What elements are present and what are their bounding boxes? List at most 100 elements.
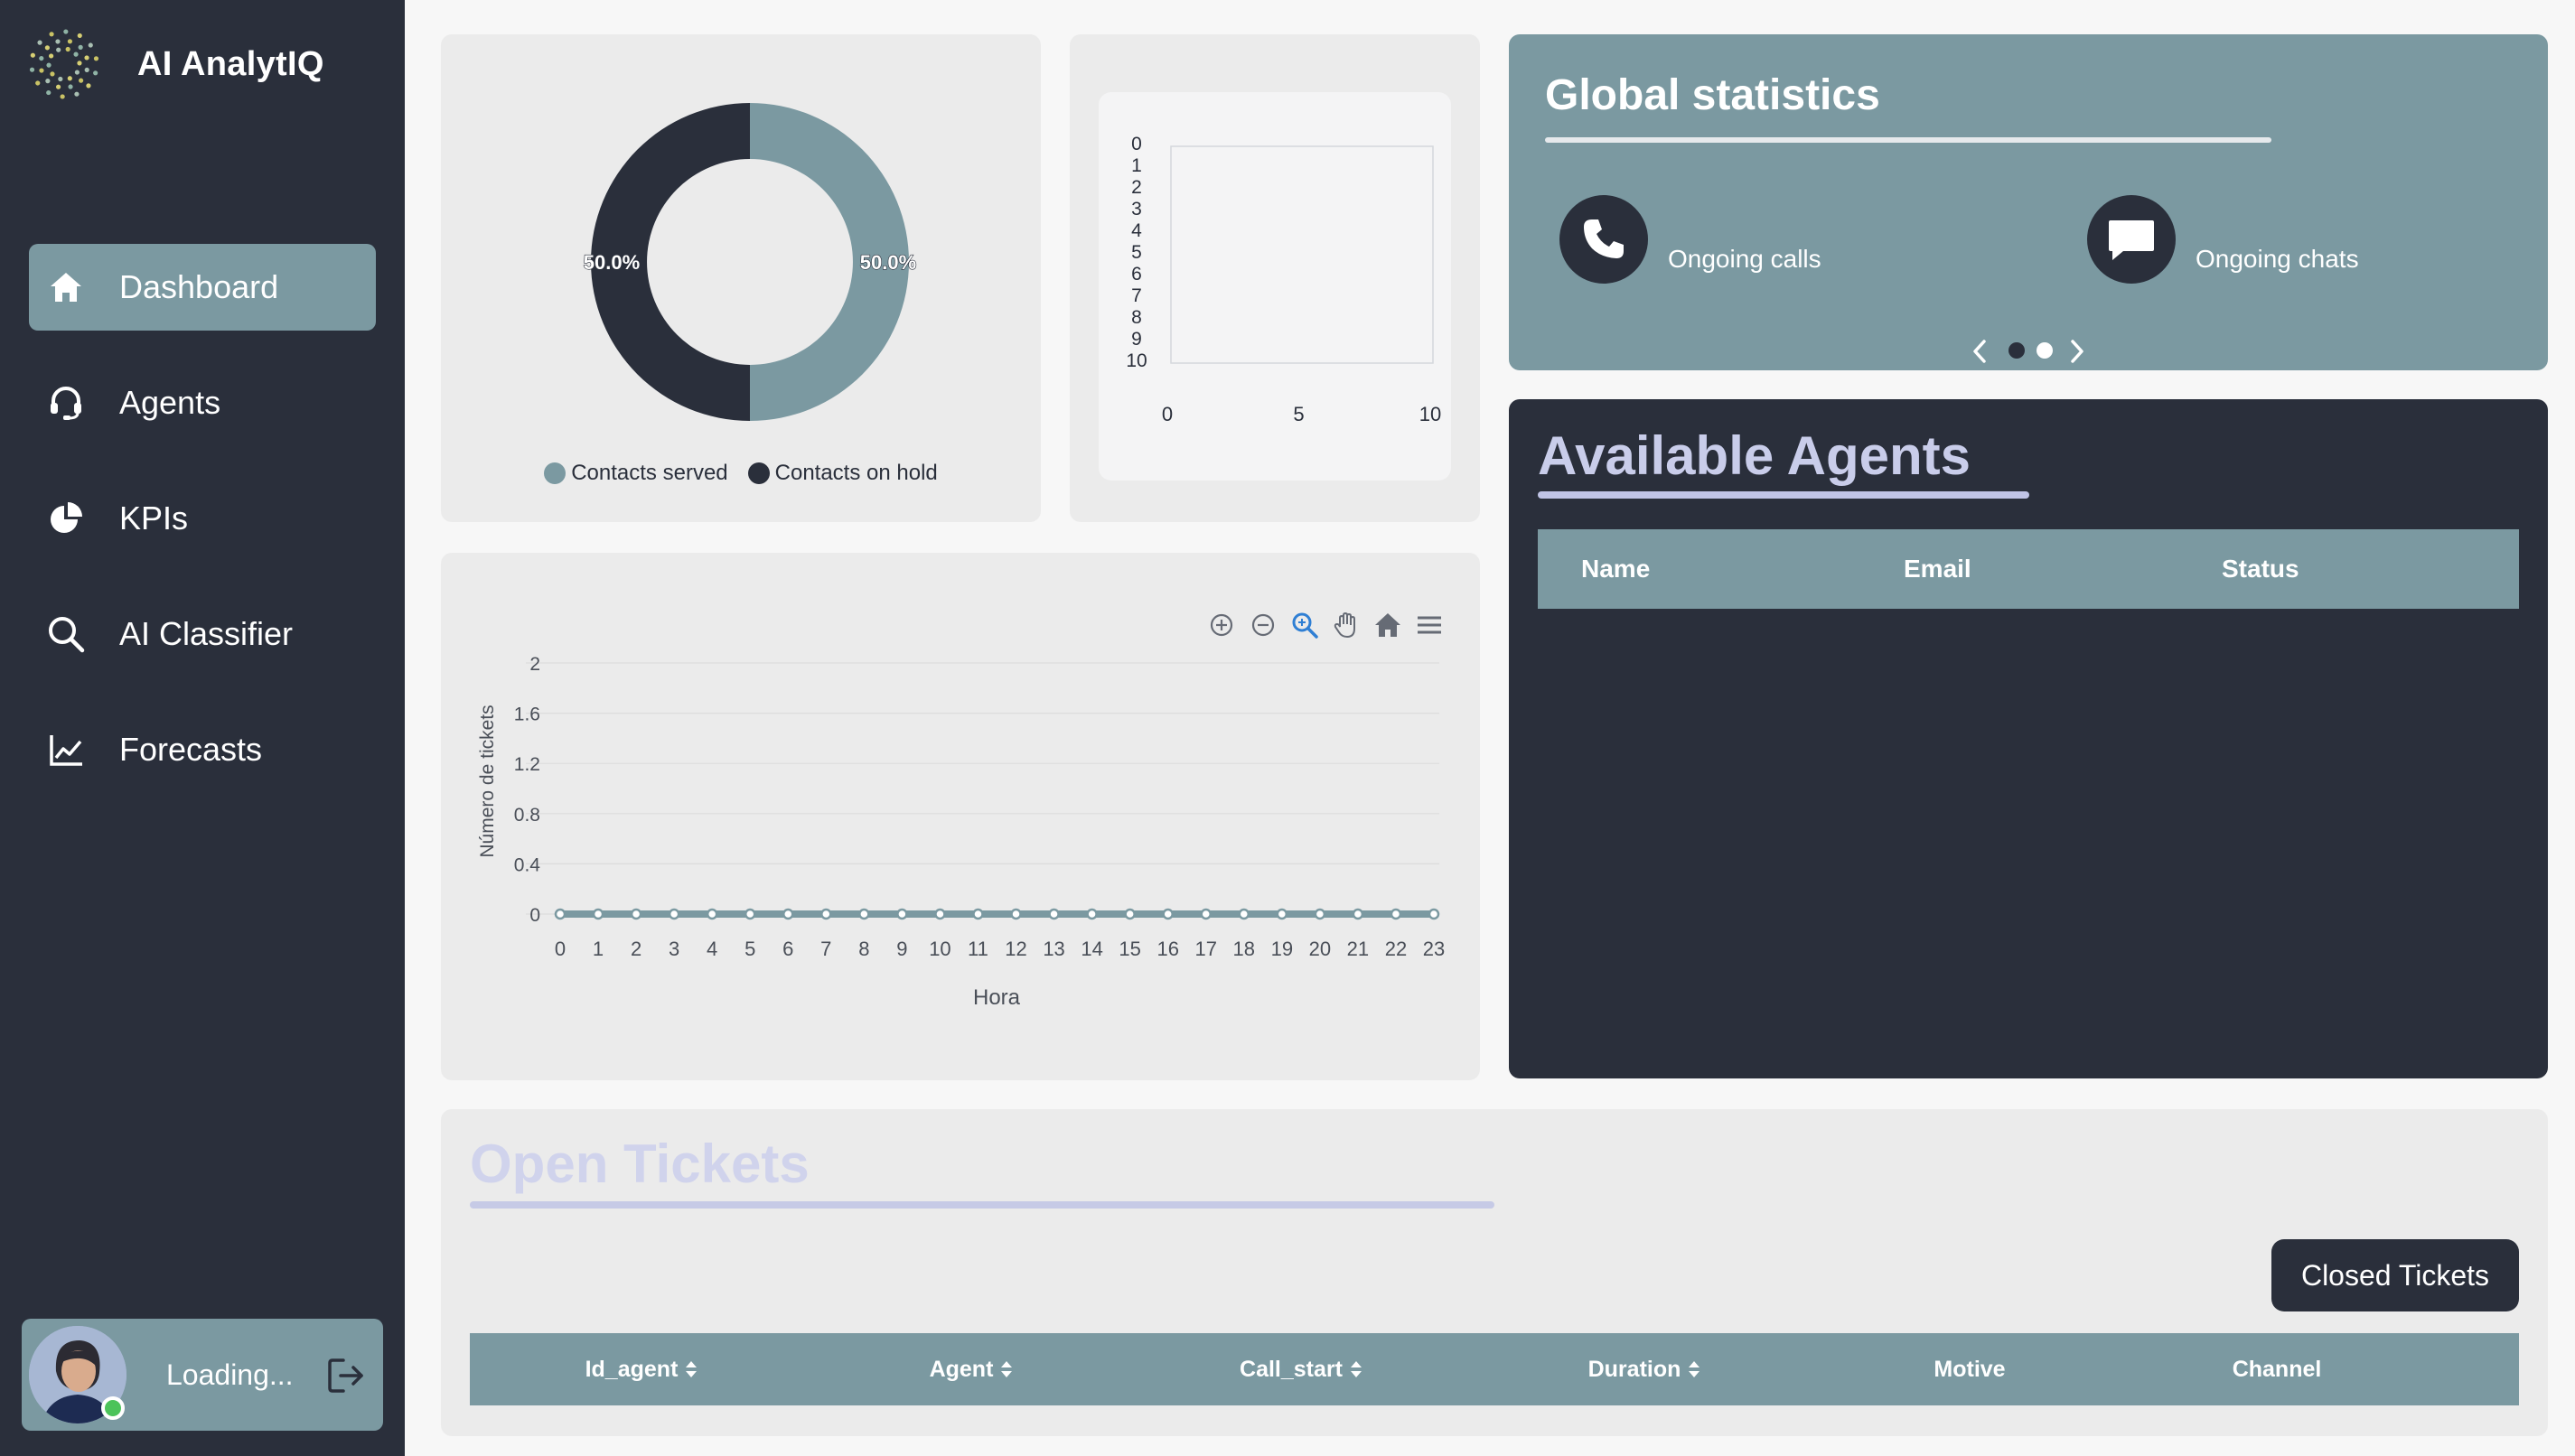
app-name: AI AnalytIQ (137, 44, 324, 83)
chevron-right-icon[interactable] (2065, 338, 2089, 365)
sort-icon[interactable] (1688, 1359, 1700, 1379)
sort-icon[interactable] (685, 1359, 698, 1379)
carousel-dot-1[interactable] (2008, 342, 2025, 359)
column-header-duration[interactable]: Duration (1473, 1333, 1816, 1405)
sidebar-item-forecasts[interactable]: Forecasts (29, 706, 376, 793)
global-statistics-title: Global statistics (1545, 71, 1880, 119)
x-tick-label: 17 (1194, 938, 1216, 960)
logo-dot (67, 39, 73, 44)
logout-icon[interactable] (325, 1355, 367, 1396)
carousel-dot-2[interactable] (2037, 342, 2053, 359)
data-point (972, 908, 984, 920)
logo-dot (60, 94, 65, 99)
data-point (934, 908, 946, 920)
tickets-per-hour-card: 0 0.4 0.8 1.2 1.6 2 0 1 2 3 4 5 6 7 8 9 10 11 12 13 14 15 16 17… (441, 553, 1480, 1080)
logo-dot (49, 53, 54, 59)
logo-dot (45, 79, 51, 84)
sort-icon[interactable] (1350, 1359, 1362, 1379)
x-tick-label: 11 (968, 938, 988, 960)
x-tick-label: 4 (707, 938, 717, 960)
user-name: Loading... (166, 1358, 294, 1391)
data-point (1162, 908, 1174, 920)
data-point (1010, 908, 1022, 920)
data-point (896, 908, 908, 920)
data-point (858, 908, 870, 920)
column-header-name[interactable]: Name (1581, 555, 1650, 583)
logo-icon (29, 29, 99, 99)
data-point (1390, 908, 1402, 920)
mini-chart-card: 0 1 2 3 4 5 6 7 8 9 10 0 5 10 (1070, 34, 1480, 522)
column-header-agent[interactable]: Agent (813, 1333, 1129, 1405)
data-point (1314, 908, 1326, 920)
home-icon (45, 266, 87, 308)
donut-data-label: 50.0% (584, 251, 640, 274)
legend-item-contacts-on-hold[interactable]: Contacts on hold (747, 461, 938, 486)
y-tick-label: 1.2 (514, 754, 540, 775)
data-point (744, 908, 756, 920)
x-tick-label: 1 (593, 938, 604, 960)
legend-item-contacts-served[interactable]: Contacts served (544, 461, 728, 486)
headset-icon (45, 382, 87, 424)
y-tick-label: 0 (1131, 134, 1142, 154)
search-icon (45, 613, 87, 655)
logo-dot (65, 46, 70, 52)
column-header-id-agent[interactable]: Id_agent (470, 1333, 813, 1405)
line-chart-icon (45, 729, 87, 770)
x-tick-label: 5 (744, 938, 755, 960)
y-tick-label: 0.4 (514, 854, 541, 875)
chevron-left-icon[interactable] (1968, 338, 1991, 365)
data-point (1048, 908, 1060, 920)
data-point (592, 908, 604, 920)
sidebar-item-kpis[interactable]: KPIs (29, 475, 376, 562)
x-tick-label: 20 (1309, 938, 1331, 960)
data-point (1352, 908, 1364, 920)
y-tick-label: 5 (1131, 242, 1142, 263)
y-tick-label: 1 (1131, 155, 1142, 176)
global-statistics-card: Global statistics Ongoing calls Ongoing … (1509, 34, 2548, 370)
x-tick-label: 19 (1271, 938, 1293, 960)
donut-legend: Contacts served Contacts on hold (441, 461, 1041, 486)
logo-dot (29, 67, 35, 72)
sidebar-item-ai-classifier[interactable]: AI Classifier (29, 591, 376, 677)
tickets-table-header: Id_agent Agent Call_start Duration Motiv… (470, 1333, 2519, 1405)
x-tick-label: 21 (1347, 938, 1369, 960)
data-point (1124, 908, 1136, 920)
x-tick-label: 7 (820, 938, 831, 960)
avatar[interactable] (29, 1326, 126, 1423)
ongoing-chats-stat: Ongoing chats (2087, 195, 2359, 284)
closed-tickets-button[interactable]: Closed Tickets (2271, 1239, 2519, 1311)
logo-dot (67, 76, 72, 81)
sidebar-item-dashboard[interactable]: Dashboard (29, 244, 376, 331)
logo-dot (78, 44, 83, 50)
column-header-channel[interactable]: Channel (2123, 1333, 2430, 1405)
logo-dot (39, 68, 44, 73)
logo-dot (77, 33, 82, 39)
column-header-status[interactable]: Status (2222, 555, 2299, 583)
x-tick-label: 16 (1156, 938, 1178, 960)
y-tick-label: 7 (1131, 285, 1142, 306)
x-tick-label: 10 (1419, 403, 1441, 425)
data-point (554, 908, 566, 920)
sort-icon[interactable] (1000, 1359, 1013, 1379)
title-underline (1538, 491, 2029, 499)
sidebar-item-label: AI Classifier (119, 615, 294, 652)
x-tick-label: 22 (1385, 938, 1407, 960)
title-underline (1545, 137, 2271, 143)
y-axis-label: Número de tickets (477, 705, 498, 857)
sidebar-item-agents[interactable]: Agents (29, 359, 376, 446)
x-axis-label: Hora (973, 985, 1021, 1010)
mini-plot-frame (1170, 145, 1434, 364)
tickets-per-hour-chart: 00.40.81.21.620 1 2 3 4 5 6 7 8 9 10 11 12 13 14 15 16 17… (477, 654, 1445, 1010)
logo-dot (30, 52, 35, 58)
brand: AI AnalytIQ (27, 25, 324, 103)
sidebar-item-label: Agents (119, 384, 221, 421)
column-header-call-start[interactable]: Call_start (1129, 1333, 1473, 1405)
sidebar-item-label: KPIs (119, 499, 189, 537)
y-tick-label: 9 (1131, 329, 1142, 350)
column-header-email[interactable]: Email (1904, 555, 1971, 583)
logo-dot (35, 80, 41, 86)
x-tick-label: 12 (1005, 938, 1026, 960)
logo-dot (74, 70, 80, 75)
column-header-motive[interactable]: Motive (1816, 1333, 2123, 1405)
x-tick-label: 18 (1233, 938, 1255, 960)
